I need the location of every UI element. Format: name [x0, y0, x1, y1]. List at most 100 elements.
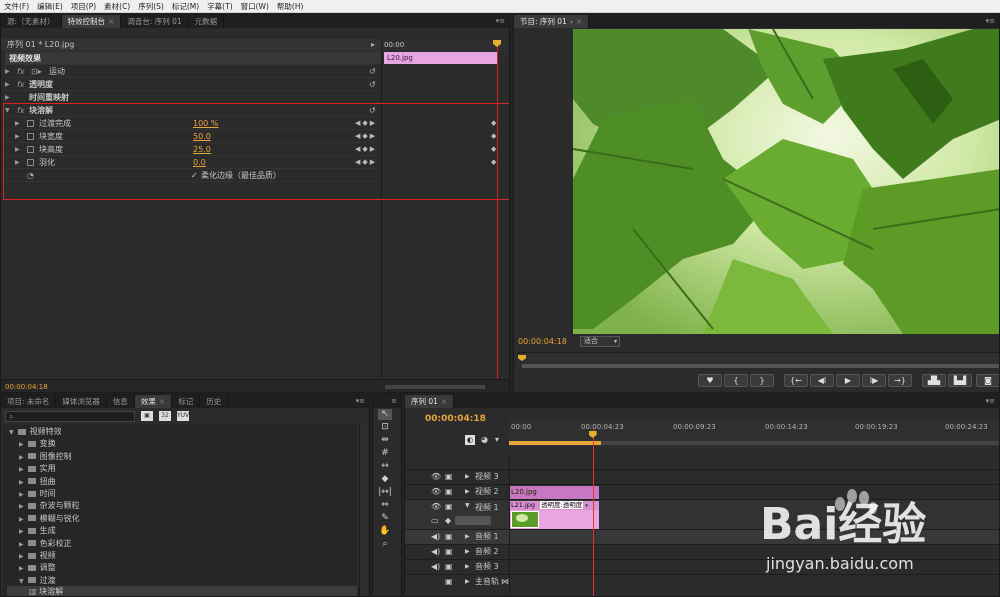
mark-in-button[interactable]: { [724, 374, 748, 387]
expand-icon[interactable]: ▶ [465, 470, 470, 484]
effects-scrollbar[interactable] [359, 425, 367, 596]
mark-out-button[interactable]: } [750, 374, 774, 387]
link-icon[interactable]: ◕ [481, 435, 488, 444]
program-timecode[interactable]: 00:00:04:18 [518, 337, 567, 347]
add-marker-icon[interactable]: ▾ [495, 435, 499, 444]
tree-root[interactable]: ▼ 视频特效 [9, 426, 62, 438]
ripple-edit-tool-icon[interactable]: ⇹ [378, 435, 392, 446]
tree-folder[interactable]: ▶ 扭曲 [19, 476, 56, 488]
tab-markers[interactable]: 标记 [172, 395, 201, 408]
reset-icon[interactable]: ↺ [369, 65, 376, 78]
menu-help[interactable]: 帮助(H) [273, 0, 308, 13]
slip-tool-icon[interactable]: |↔| [378, 487, 392, 498]
tree-folder[interactable]: ▶ 时间 [19, 488, 56, 500]
tree-folder[interactable]: ▶ 生成 [19, 525, 56, 537]
clip-fx-dropdown[interactable]: 透明度:透明度 [540, 501, 584, 509]
clip-l21[interactable]: L21.jpg 透明度:透明度 ▾ [509, 501, 599, 529]
clip-l21-header[interactable]: L21.jpg 透明度:透明度 ▾ [509, 501, 599, 510]
tree-folder[interactable]: ▶ 杂波与颗粒 [19, 500, 80, 512]
program-zoom-bar[interactable] [522, 364, 999, 368]
menu-project[interactable]: 项目(P) [67, 0, 100, 13]
tree-item-selected[interactable]: ▥ 块溶解 [7, 586, 357, 596]
lock-icon[interactable]: ▣ [445, 470, 453, 484]
razor-tool-icon[interactable]: ◆ [378, 474, 392, 485]
panel-menu-icon[interactable]: ≡ [391, 395, 397, 408]
tab-info[interactable]: 信息 [107, 395, 135, 408]
track-keyframe-control[interactable] [455, 516, 491, 525]
yuv-effects-icon[interactable]: YUV [177, 411, 189, 421]
panel-menu-icon[interactable]: ▾≡ [356, 395, 365, 408]
effect-motion[interactable]: ▶ fx ⊡▸ 运动 ↺ [5, 65, 381, 78]
tree-folder[interactable]: ▶ 色彩校正 [19, 538, 72, 550]
tab-audio-mixer[interactable]: 调音台: 序列 01 [121, 15, 189, 28]
expand-icon[interactable]: ▶ [465, 560, 470, 574]
menu-window[interactable]: 窗口(W) [237, 0, 273, 13]
expand-icon[interactable]: ▶ [465, 545, 470, 559]
fit-dropdown[interactable]: 适合 ▾ [580, 336, 620, 347]
speaker-icon[interactable]: ◀) [431, 560, 440, 574]
eye-icon[interactable]: 👁 [431, 485, 441, 499]
clip-l20[interactable]: L20.jpg [509, 486, 599, 499]
program-ruler[interactable] [518, 352, 999, 368]
menu-file[interactable]: 文件(F) [0, 0, 33, 13]
effect-opacity[interactable]: ▶ fx 透明度 ↺ [5, 78, 381, 91]
display-style-icon[interactable]: ▭ [431, 516, 439, 525]
hand-tool-icon[interactable]: ✋ [378, 526, 392, 537]
extract-button[interactable]: ▙▟ [948, 374, 972, 387]
expand-icon[interactable]: ▶ [465, 530, 470, 544]
close-icon[interactable]: × [576, 17, 582, 26]
zoom-tool-icon[interactable]: ⌕ [378, 539, 392, 550]
tree-folder[interactable]: ▶ 调整 [19, 562, 56, 574]
menu-edit[interactable]: 编辑(E) [33, 0, 67, 13]
tab-effect-controls[interactable]: 特效控制台 × [61, 15, 122, 28]
ec-clip-bar[interactable]: L20.jpg [384, 52, 498, 64]
ec-playhead[interactable] [497, 41, 498, 381]
export-frame-button[interactable]: ◙ [976, 374, 999, 387]
panel-menu-icon[interactable]: ▾≡ [986, 395, 995, 408]
tab-metadata[interactable]: 元数据 [189, 15, 225, 28]
speaker-icon[interactable]: ◀) [431, 545, 440, 559]
track-select-tool-icon[interactable]: ⊡ [378, 422, 392, 433]
tree-folder[interactable]: ▶ 图像控制 [19, 451, 72, 463]
tab-sequence[interactable]: 序列 01 × [405, 395, 455, 408]
lock-icon[interactable]: ▣ [445, 502, 453, 511]
play-button[interactable]: ▶ [836, 374, 860, 387]
reset-icon[interactable]: ↺ [369, 78, 376, 91]
tab-media-browser[interactable]: 媒体浏览器 [56, 395, 107, 408]
effects-search-input[interactable]: ⌕ [5, 411, 135, 422]
expand-icon[interactable]: ▶ [5, 78, 10, 91]
menu-marker[interactable]: 标记(M) [168, 0, 203, 13]
tab-program[interactable]: 节目: 序列 01 ▾ × [514, 15, 590, 28]
tree-folder[interactable]: ▶ 视频 [19, 550, 56, 562]
menu-sequence[interactable]: 序列(S) [134, 0, 168, 13]
32bit-effects-icon[interactable]: 32 [159, 411, 171, 421]
timeline-playhead[interactable] [592, 429, 594, 596]
play-icon[interactable]: ▸ [371, 39, 375, 51]
eye-icon[interactable]: 👁 [431, 470, 441, 484]
program-playhead-marker[interactable] [518, 355, 526, 361]
accelerated-effects-icon[interactable]: ▣ [141, 411, 153, 421]
timeline-timecode[interactable]: 00:00:04:18 [425, 414, 486, 424]
go-to-out-button[interactable]: →} [888, 374, 912, 387]
keyframe-icon[interactable]: ◆ [445, 516, 451, 525]
rolling-edit-tool-icon[interactable]: # [378, 448, 392, 459]
close-icon[interactable]: × [159, 397, 165, 406]
expand-icon[interactable]: ▶ [465, 575, 470, 589]
close-icon[interactable]: × [108, 17, 114, 26]
lock-icon[interactable]: ▣ [445, 530, 453, 544]
step-back-button[interactable]: ◀I [810, 374, 834, 387]
step-forward-button[interactable]: I▶ [862, 374, 886, 387]
expand-icon[interactable]: ▶ [465, 485, 470, 499]
eye-icon[interactable]: 👁 [431, 502, 441, 511]
close-icon[interactable]: × [441, 397, 447, 406]
tab-project[interactable]: 项目: 未命名 [1, 395, 57, 408]
menu-clip[interactable]: 素材(C) [100, 0, 134, 13]
lock-icon[interactable]: ▣ [445, 560, 453, 574]
tree-folder[interactable]: ▶ 变换 [19, 438, 56, 450]
lift-button[interactable]: ▟▙ [922, 374, 946, 387]
collapse-icon[interactable]: ▼ [465, 502, 470, 509]
pen-tool-icon[interactable]: ✎ [378, 513, 392, 524]
ec-current-time[interactable]: 00:00:04:18 [5, 380, 48, 392]
menu-title[interactable]: 字幕(T) [203, 0, 236, 13]
panel-menu-icon[interactable]: ▾≡ [986, 15, 995, 28]
